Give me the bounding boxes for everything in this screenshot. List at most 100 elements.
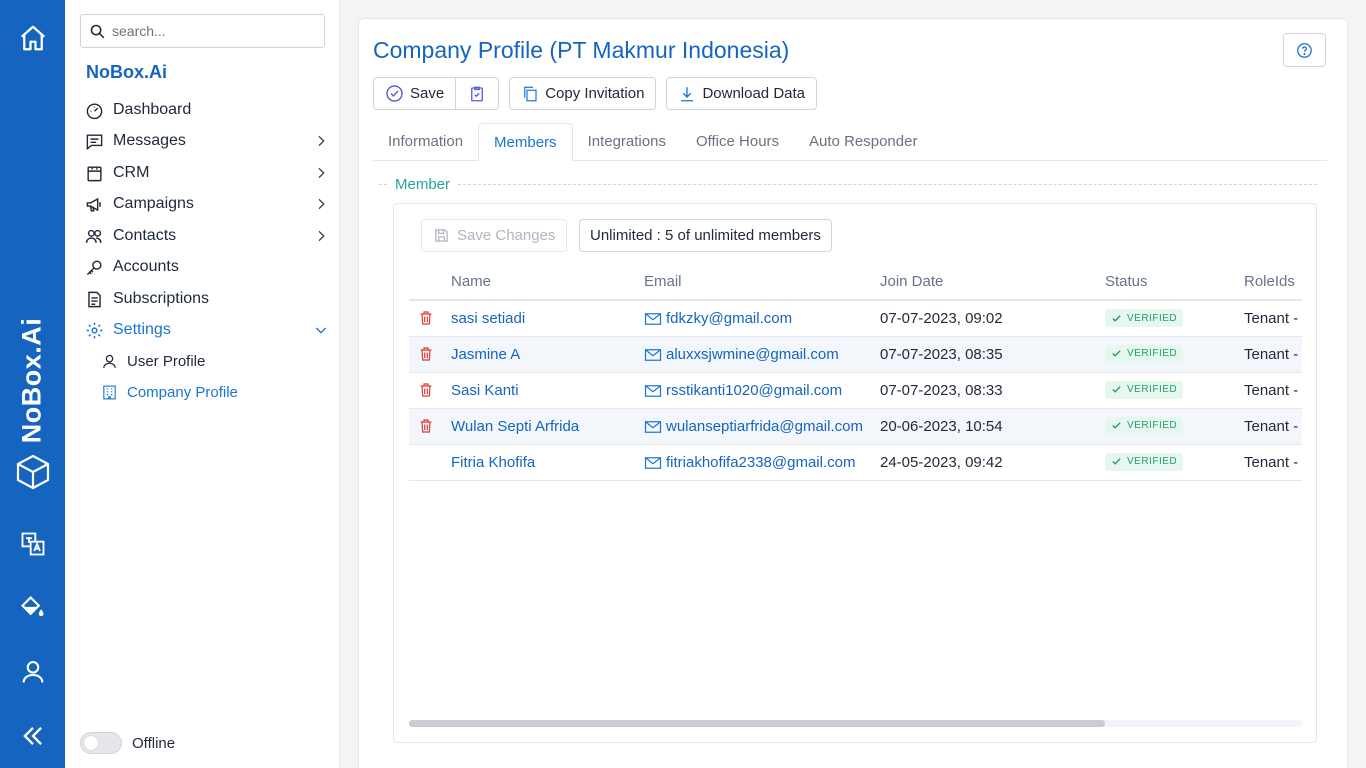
member-name[interactable]: Fitria Khofifa xyxy=(451,444,644,481)
tab-bar: Information Members Integrations Office … xyxy=(373,123,1327,161)
home-icon[interactable] xyxy=(0,16,65,60)
member-email-text: fitriakhofifa2338@gmail.com xyxy=(666,453,856,471)
copy-invitation-button[interactable]: Copy Invitation xyxy=(509,77,657,110)
check-icon xyxy=(1112,422,1121,430)
sidebar-item-messages[interactable]: Messages xyxy=(84,127,329,155)
floppy-icon xyxy=(435,229,448,242)
check-icon xyxy=(1112,386,1121,394)
paint-bucket-icon[interactable] xyxy=(0,586,65,630)
member-role: Tenant - xyxy=(1244,300,1302,337)
chevron-right-icon xyxy=(318,167,325,179)
member-join-date: 24-05-2023, 09:42 xyxy=(880,444,1105,481)
search-input[interactable] xyxy=(112,23,312,39)
clipboard-button[interactable] xyxy=(456,77,500,110)
chevron-right-icon xyxy=(318,198,325,210)
delete-member-button[interactable] xyxy=(409,418,451,434)
member-name[interactable]: Wulan Septi Arfrida xyxy=(451,408,644,445)
sidebar-item-user-profile[interactable]: User Profile xyxy=(100,348,320,374)
table-row: Fitria Khofifa fitriakhofifa2338@gmail.c… xyxy=(409,444,1302,481)
scrollbar-thumb[interactable] xyxy=(409,720,1105,727)
delete-member-button[interactable] xyxy=(409,310,451,326)
member-role: Tenant - xyxy=(1244,408,1302,445)
box-logo-icon xyxy=(0,450,65,494)
user-icon[interactable] xyxy=(0,650,65,694)
column-header-roleids[interactable]: RoleIds xyxy=(1244,264,1302,301)
member-join-date: 07-07-2023, 09:02 xyxy=(880,300,1105,337)
search-box[interactable] xyxy=(80,14,325,48)
search-icon xyxy=(90,24,105,38)
member-email[interactable]: fdkzky@gmail.com xyxy=(644,300,880,337)
column-header-actions xyxy=(409,264,451,301)
column-header-name[interactable]: Name xyxy=(451,264,644,301)
tab-office-hours[interactable]: Office Hours xyxy=(681,123,794,160)
key-icon xyxy=(84,257,104,277)
sidebar-item-accounts[interactable]: Accounts xyxy=(84,253,329,281)
chevron-right-icon xyxy=(318,135,325,147)
member-join-date: 07-07-2023, 08:33 xyxy=(880,372,1105,409)
megaphone-icon xyxy=(84,194,104,214)
status-badge: VERIFIED xyxy=(1105,452,1184,471)
horizontal-scrollbar[interactable] xyxy=(409,720,1302,727)
check-icon xyxy=(1112,314,1121,322)
status-badge: VERIFIED xyxy=(1105,309,1184,327)
sidebar: NoBox.Ai Dashboard Messages CRM Campaign… xyxy=(65,0,340,768)
user-icon xyxy=(100,352,118,370)
member-role: Tenant - xyxy=(1244,444,1302,481)
members-table: Name Email Join Date Status RoleIds sasi… xyxy=(409,264,1302,481)
sidebar-item-crm[interactable]: CRM xyxy=(84,159,329,187)
sidebar-item-campaigns[interactable]: Campaigns xyxy=(84,190,329,218)
member-name[interactable]: Sasi Kanti xyxy=(451,372,644,409)
member-email-text: fdkzky@gmail.com xyxy=(666,309,793,327)
sidebar-item-subscriptions[interactable]: Subscriptions xyxy=(84,285,329,313)
sidebar-item-dashboard[interactable]: Dashboard xyxy=(84,96,329,124)
tab-information[interactable]: Information xyxy=(373,123,478,160)
member-email[interactable]: aluxxsjwmine@gmail.com xyxy=(644,336,880,373)
member-section-header: Member xyxy=(379,176,1317,193)
tab-integrations[interactable]: Integrations xyxy=(573,123,681,160)
contacts-icon xyxy=(84,226,104,246)
status-label: Offline xyxy=(132,734,176,752)
copy-icon xyxy=(524,86,537,101)
status-badge: VERIFIED xyxy=(1105,344,1184,363)
column-header-status[interactable]: Status xyxy=(1105,264,1244,301)
help-button[interactable] xyxy=(1283,33,1326,67)
tab-members[interactable]: Members xyxy=(478,123,573,161)
mail-icon xyxy=(644,312,662,326)
members-panel: Save Changes Unlimited : 5 of unlimited … xyxy=(393,203,1317,743)
dashboard-icon xyxy=(84,100,104,120)
trash-icon xyxy=(420,347,432,361)
member-email[interactable]: rsstikanti1020@gmail.com xyxy=(644,372,880,409)
sidebar-item-contacts[interactable]: Contacts xyxy=(84,222,329,250)
sidebar-item-settings[interactable]: Settings xyxy=(84,316,329,344)
delete-member-button[interactable] xyxy=(409,346,451,362)
clipboard-check-icon xyxy=(471,86,484,101)
save-changes-button[interactable]: Save Changes xyxy=(421,219,568,252)
member-email[interactable]: fitriakhofifa2338@gmail.com xyxy=(644,444,880,481)
column-header-email[interactable]: Email xyxy=(644,264,880,301)
page-title: Company Profile (PT Makmur Indonesia) xyxy=(373,37,790,63)
chevron-down-icon xyxy=(315,327,327,334)
table-row: Sasi Kanti rsstikanti1020@gmail.com 07-0… xyxy=(409,372,1302,409)
column-header-join-date[interactable]: Join Date xyxy=(880,264,1105,301)
mail-icon xyxy=(644,456,662,470)
member-name[interactable]: sasi setiadi xyxy=(451,300,644,337)
member-email[interactable]: wulanseptiarfrida@gmail.com xyxy=(644,408,880,445)
online-toggle[interactable] xyxy=(80,732,122,754)
member-join-date: 20-06-2023, 10:54 xyxy=(880,408,1105,445)
download-data-button[interactable]: Download Data xyxy=(666,77,817,110)
messages-icon xyxy=(84,131,104,151)
translate-icon[interactable] xyxy=(0,522,65,566)
save-button[interactable]: Save xyxy=(373,77,457,110)
sidebar-item-company-profile[interactable]: Company Profile xyxy=(100,379,320,405)
delete-member-button[interactable] xyxy=(409,382,451,398)
collapse-icon[interactable] xyxy=(0,714,65,758)
building-icon xyxy=(100,383,118,401)
main-card: Company Profile (PT Makmur Indonesia) Sa… xyxy=(358,18,1348,768)
check-icon xyxy=(1112,458,1121,466)
table-row: Wulan Septi Arfrida wulanseptiarfrida@gm… xyxy=(409,408,1302,445)
trash-icon xyxy=(420,383,432,397)
mail-icon xyxy=(644,420,662,434)
table-row: Jasmine A aluxxsjwmine@gmail.com 07-07-2… xyxy=(409,336,1302,373)
tab-auto-responder[interactable]: Auto Responder xyxy=(794,123,932,160)
member-name[interactable]: Jasmine A xyxy=(451,336,644,373)
